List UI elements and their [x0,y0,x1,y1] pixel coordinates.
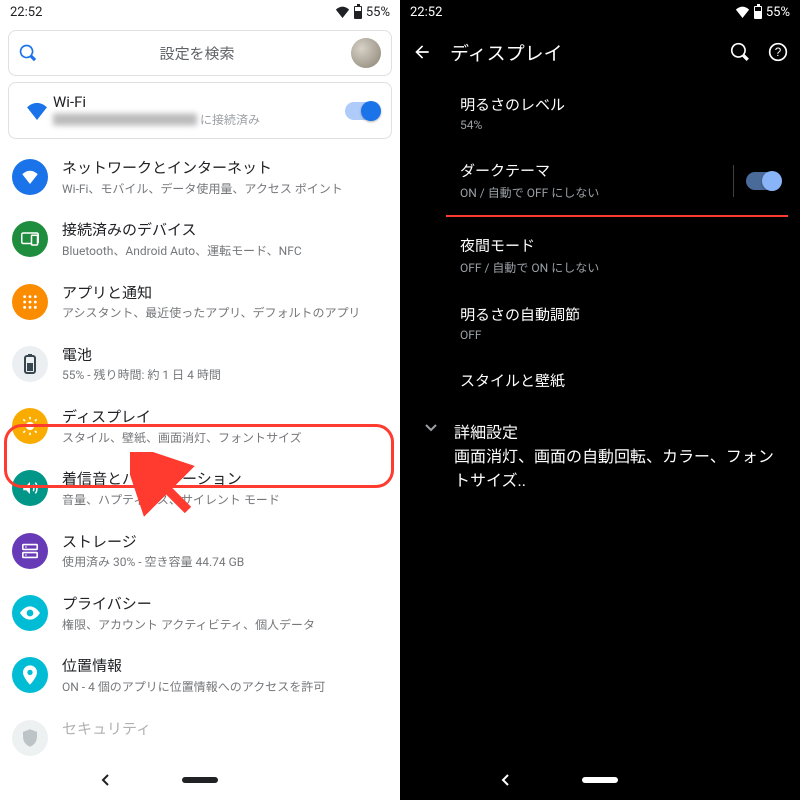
wifi-connected-suffix: に接続済み [197,113,260,127]
item-sub: 画面消灯、画面の自動回転、カラー、フォントサイズ.. [454,443,780,491]
row-connected-devices[interactable]: 接続済みのデバイス Bluetooth、Android Auto、運転モード、NF… [0,209,400,271]
display-icon [12,408,48,444]
row-sub: Bluetooth、Android Auto、運転モード、NFC [62,243,302,260]
chevron-down-icon [424,421,438,435]
security-icon [12,720,48,756]
item-sub: ON / 自動で OFF にしない [460,184,721,201]
item-dark-theme[interactable]: ダークテーマ ON / 自動で OFF にしない [400,146,800,215]
divider [733,165,734,197]
wifi-icon [21,102,53,120]
nav-bar [400,760,800,800]
nav-bar [0,760,400,800]
annotation-underline [446,215,788,217]
item-sub: OFF [460,328,780,342]
wifi-status-icon [735,6,750,18]
item-title: 明るさの自動調節 [460,304,780,325]
row-network[interactable]: ネットワークとインターネット Wi-Fi、モバイル、データ使用量、アクセス ポイン… [0,147,400,209]
item-title: 夜間モード [460,235,780,256]
row-title: セキュリティ [62,720,151,740]
row-sub: 55% - 残り時間: 約 1 日 4 時間 [62,367,221,384]
status-time: 22:52 [10,5,42,20]
row-security[interactable]: セキュリティ [0,708,400,768]
battery-row-icon [12,346,48,382]
row-sub: ON - 4 個のアプリに位置情報へのアクセスを許可 [62,679,325,696]
privacy-icon [12,595,48,631]
item-title: スタイルと壁紙 [460,370,780,391]
help-button[interactable]: ? [768,42,788,62]
row-apps[interactable]: アプリと通知アシスタント、最近使ったアプリ、デフォルトのアプリ [0,272,400,334]
battery-icon [754,6,762,19]
dark-theme-toggle[interactable] [746,172,780,190]
network-icon [12,159,48,195]
status-time: 22:52 [410,5,442,20]
settings-main-screen: 22:52 55% 設定を検索 Wi-Fi ████████████ に接続済み… [0,0,400,800]
item-night-mode[interactable]: 夜間モード OFF / 自動で ON にしない [400,221,800,290]
item-auto-brightness[interactable]: 明るさの自動調節 OFF [400,290,800,356]
item-brightness[interactable]: 明るさのレベル 54% [400,80,800,146]
profile-avatar[interactable] [351,38,381,68]
row-title: 着信音とバイブレーション [62,470,280,490]
row-title: ストレージ [62,533,244,553]
row-title: ディスプレイ [62,408,302,428]
item-sub: 54% [460,118,780,132]
sound-icon [12,470,48,506]
status-bar: 22:52 55% [0,0,400,24]
row-sub: 使用済み 30% - 空き容量 44.74 GB [62,554,244,571]
item-advanced[interactable]: 詳細設定 画面消灯、画面の自動回転、カラー、フォントサイズ.. [400,405,800,505]
row-privacy[interactable]: プライバシー権限、アカウント アクティビティ、個人データ [0,583,400,645]
search-placeholder: 設定を検索 [43,43,351,64]
nav-back[interactable] [100,774,112,786]
search-icon [19,44,37,62]
row-sub: 音量、ハプティクス、サイレント モード [62,492,280,509]
row-sub: スタイル、壁紙、画面消灯、フォントサイズ [62,430,302,447]
wifi-quick-card[interactable]: Wi-Fi ████████████ に接続済み [8,82,392,139]
display-settings-screen: 22:52 55% ディスプレイ ? 明るさのレベル 54% ダークテーマ ON… [400,0,800,800]
row-sound[interactable]: 着信音とバイブレーション音量、ハプティクス、サイレント モード [0,458,400,520]
row-title: 接続済みのデバイス [62,221,302,241]
devices-icon [12,221,48,257]
row-title: プライバシー [62,595,315,615]
wifi-network-name: ████████████ [53,113,197,127]
svg-text:?: ? [775,46,782,59]
row-battery[interactable]: 電池55% - 残り時間: 約 1 日 4 時間 [0,334,400,396]
wifi-title: Wi-Fi [53,93,345,111]
row-storage[interactable]: ストレージ使用済み 30% - 空き容量 44.74 GB [0,521,400,583]
row-title: 電池 [62,346,221,366]
battery-percent: 55% [366,5,390,20]
wifi-status-icon [335,6,350,18]
nav-home[interactable] [582,777,618,783]
search-settings[interactable]: 設定を検索 [8,30,392,76]
row-title: アプリと通知 [62,284,361,304]
search-button[interactable] [730,42,750,62]
row-sub: アシスタント、最近使ったアプリ、デフォルトのアプリ [62,305,361,322]
storage-icon [12,533,48,569]
row-title: ネットワークとインターネット [62,159,343,179]
wifi-toggle[interactable] [345,102,379,120]
nav-home[interactable] [182,777,218,783]
location-icon [12,657,48,693]
settings-list: ネットワークとインターネット Wi-Fi、モバイル、データ使用量、アクセス ポイン… [0,147,400,768]
battery-percent: 55% [766,5,790,20]
row-title: 位置情報 [62,657,325,677]
item-sub: OFF / 自動で ON にしない [460,259,780,276]
app-bar: ディスプレイ ? [400,24,800,80]
item-style-wallpaper[interactable]: スタイルと壁紙 [400,356,800,405]
row-sub: 権限、アカウント アクティビティ、個人データ [62,617,315,634]
battery-icon [354,6,362,19]
row-location[interactable]: 位置情報 ON - 4 個のアプリに位置情報へのアクセスを許可 [0,645,400,707]
status-bar: 22:52 55% [400,0,800,24]
row-display[interactable]: ディスプレイスタイル、壁紙、画面消灯、フォントサイズ [0,396,400,458]
screen-title: ディスプレイ [450,39,712,66]
apps-icon [12,284,48,320]
nav-back[interactable] [500,774,512,786]
row-sub: Wi-Fi、モバイル、データ使用量、アクセス ポイント [62,181,343,198]
item-title: ダークテーマ [460,160,721,181]
item-title: 詳細設定 [454,419,780,443]
item-title: 明るさのレベル [460,94,780,115]
back-button[interactable] [412,42,432,62]
